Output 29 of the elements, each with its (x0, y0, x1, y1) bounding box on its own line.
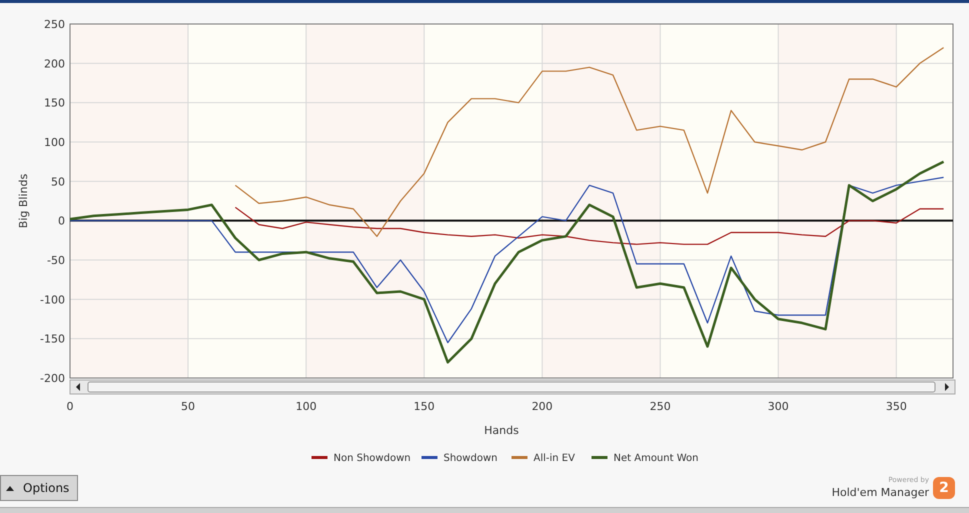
x-tick-label: 350 (886, 400, 907, 413)
legend-label: Showdown (444, 453, 498, 464)
y-tick-label: -100 (40, 293, 65, 306)
x-tick-label: 200 (532, 400, 553, 413)
y-tick-label: 0 (58, 214, 65, 228)
y-tick-label: 100 (44, 136, 65, 149)
x-tick-label: 150 (414, 400, 435, 413)
options-button[interactable]: Options (0, 475, 78, 501)
y-tick-label: 200 (44, 57, 65, 70)
y-tick-label: 50 (51, 175, 65, 188)
x-tick-label: 50 (181, 400, 196, 413)
x-axis-title: Hands (484, 424, 519, 437)
x-tick-label: 0 (66, 400, 74, 413)
caret-up-icon (5, 484, 15, 492)
legend-label: Non Showdown (334, 453, 411, 464)
x-tick-label: 300 (768, 400, 789, 413)
y-axis-title: Big Blinds (17, 174, 30, 228)
product-name: Hold'em Manager (832, 484, 929, 500)
legend-label: All-in EV (534, 453, 575, 464)
y-tick-label: 150 (44, 96, 65, 110)
y-tick-label: -150 (40, 332, 65, 346)
y-tick-label: -200 (40, 372, 65, 385)
legend-label: Net Amount Won (614, 453, 698, 464)
x-tick-label: 250 (650, 400, 671, 413)
x-tick-label: 100 (296, 400, 317, 413)
y-tick-label: -50 (47, 254, 65, 267)
logo-badge: 2 (933, 477, 955, 500)
scrollbar[interactable] (70, 380, 956, 394)
y-tick-label: 250 (44, 18, 65, 31)
